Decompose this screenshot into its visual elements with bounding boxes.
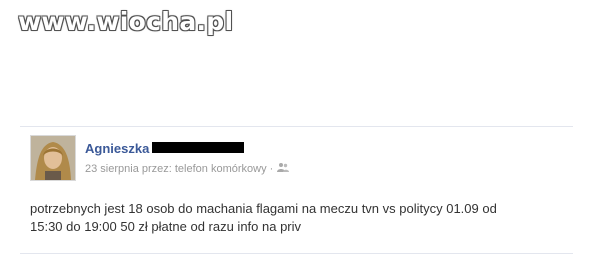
post-meta: 23 sierpnia przez: telefon komórkowy · <box>85 162 290 175</box>
post-text-line: 15:30 do 19:00 50 zł płatne od razu info… <box>30 219 302 234</box>
post-text-line: potrzebnych jest 18 osob do machania fla… <box>30 201 497 216</box>
watermark: www.wiocha.pl <box>18 7 234 36</box>
post-divider-top <box>20 126 573 127</box>
post-divider-bottom <box>20 253 573 254</box>
author-name[interactable]: Agnieszka <box>85 141 149 156</box>
friends-icon[interactable] <box>277 162 290 175</box>
avatar[interactable] <box>30 135 76 181</box>
name-redaction <box>152 142 244 153</box>
post-body: potrzebnych jest 18 osob do machania fla… <box>30 200 550 236</box>
post-meta-text: 23 sierpnia przez: telefon komórkowy · <box>85 162 274 175</box>
